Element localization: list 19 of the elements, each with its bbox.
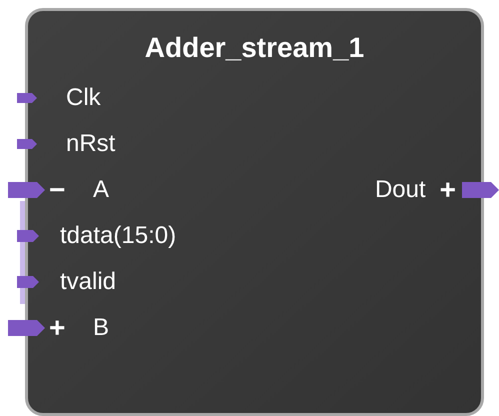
port-label: tvalid (60, 267, 116, 297)
port-pin-icon[interactable] (8, 320, 45, 336)
port-label: tdata(15:0) (60, 221, 176, 251)
port-label: A (93, 175, 110, 205)
port-label: Clk (66, 83, 101, 113)
block-title: Adder_stream_1 (144, 31, 366, 65)
port-pin-icon[interactable] (17, 230, 39, 242)
expander-sign[interactable]: + (440, 176, 456, 204)
port-pin-icon[interactable] (462, 182, 499, 198)
port-label: nRst (66, 129, 116, 159)
port-label: B (93, 313, 110, 343)
expander-sign[interactable]: − (49, 176, 71, 204)
port-pin-icon[interactable] (8, 182, 45, 198)
port-pin-icon[interactable] (17, 276, 39, 288)
port-label: Dout (374, 175, 426, 205)
port-pin-icon[interactable] (17, 139, 37, 149)
block-node[interactable] (25, 8, 484, 416)
expander-sign[interactable]: + (49, 314, 71, 342)
port-pin-icon[interactable] (17, 93, 37, 103)
